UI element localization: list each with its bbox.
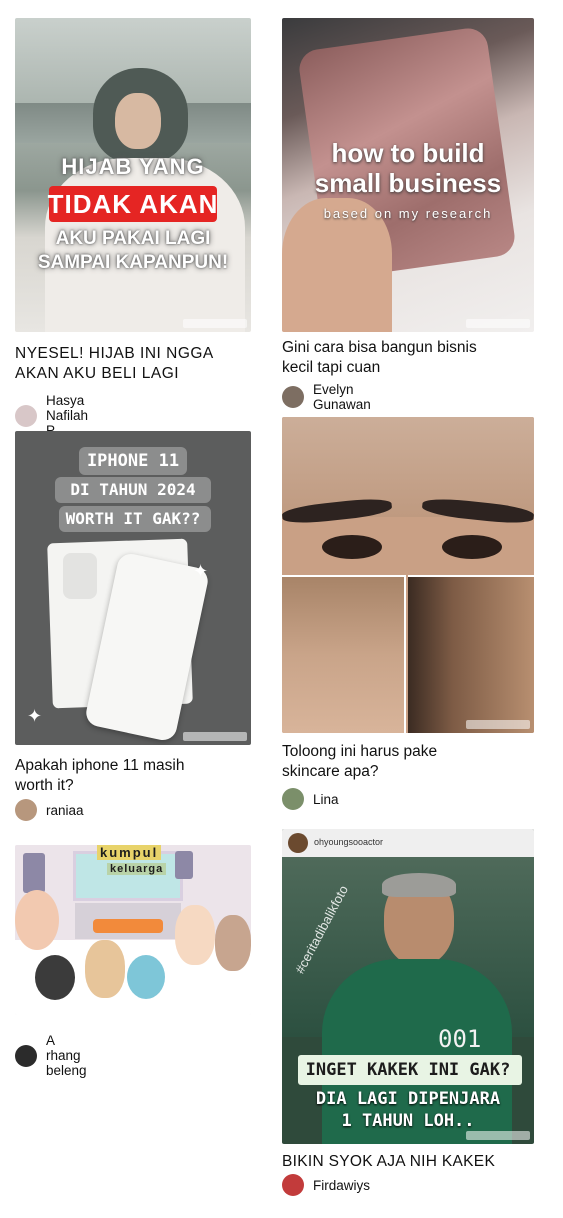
post-title[interactable]: Toloong ini harus pake skincare apa?	[282, 742, 482, 782]
iphone-camera	[63, 553, 97, 599]
watermark	[183, 732, 247, 741]
fire	[93, 919, 163, 933]
watermark	[466, 720, 530, 729]
character	[215, 915, 251, 971]
avatar	[15, 404, 37, 427]
character	[127, 955, 165, 999]
post-author[interactable]: A rhang beleng	[15, 1033, 87, 1078]
watermark	[183, 319, 247, 328]
post-thumbnail[interactable]: kumpul keluarga	[15, 845, 251, 1015]
character	[175, 905, 215, 965]
thumb-line-3: based on my research	[323, 206, 493, 221]
thumb-line-4: SAMPAI KAPANPUN!	[37, 252, 229, 273]
post-author[interactable]: Lina	[282, 788, 339, 810]
thumb-line-1: how to build	[331, 138, 485, 168]
watermark	[466, 1131, 530, 1140]
thumb-label: kumpul	[97, 845, 162, 860]
eye	[442, 535, 502, 559]
sparkle-icon: ✦	[193, 561, 209, 581]
person-face	[115, 93, 161, 149]
post-author[interactable]: raniaa	[15, 799, 84, 821]
post-thumbnail[interactable]	[282, 417, 534, 733]
watermark	[466, 319, 530, 328]
player-number: 001	[438, 1025, 482, 1053]
thumb-line-1: IPHONE 11	[86, 451, 180, 471]
watermark	[183, 1002, 247, 1011]
thumb-highlight: TIDAK AKAN	[47, 189, 219, 219]
post-thumbnail[interactable]: how to build small business based on my …	[282, 18, 534, 332]
thumb-line-1: HIJAB YANG	[61, 154, 205, 179]
post-thumbnail[interactable]: ohyoungsooactor #ceritadibalikfoto 001 I…	[282, 829, 534, 1144]
post-title[interactable]: NYESEL! HIJAB INI NGGA AKAN AKU BELI LAG…	[15, 344, 251, 384]
post-title[interactable]: BIKIN SYOK AJA NIH KAKEK	[282, 1152, 542, 1172]
author-name: A rhang beleng	[46, 1033, 87, 1078]
avatar	[282, 386, 304, 408]
speaker	[23, 853, 45, 893]
character	[35, 955, 75, 1000]
thumb-line-2: DIA LAGI DIPENJARA	[315, 1089, 501, 1109]
post-title[interactable]: Gini cara bisa bangun bisnis kecil tapi …	[282, 338, 482, 378]
thumb-line-3: WORTH IT GAK??	[65, 509, 201, 528]
character	[15, 890, 59, 950]
thumb-label: keluarga	[107, 863, 167, 875]
thumb-line-2: DI TAHUN 2024	[70, 480, 196, 499]
thumb-line-3: AKU PAKAI LAGI	[55, 228, 211, 249]
sparkle-icon: ✦	[27, 706, 43, 726]
closeup-photo	[408, 575, 534, 733]
avatar	[15, 799, 37, 821]
post-author[interactable]: Evelyn Gunawan	[282, 382, 371, 412]
post-thumbnail[interactable]: HIJAB YANG TIDAK AKAN AKU PAKAI LAGI SAM…	[15, 18, 251, 332]
author-name: Evelyn Gunawan	[313, 382, 371, 412]
eye	[322, 535, 382, 559]
character	[85, 940, 125, 998]
forehead	[282, 417, 534, 517]
avatar	[282, 788, 304, 810]
speaker	[175, 851, 193, 879]
avatar	[15, 1044, 37, 1067]
post-thumbnail[interactable]: IPHONE 11 DI TAHUN 2024 WORTH IT GAK?? ✦…	[15, 431, 251, 745]
avatar	[282, 1174, 304, 1196]
author-name: Firdawiys	[313, 1177, 371, 1193]
post-title[interactable]: Apakah iphone 11 masih worth it?	[15, 756, 225, 796]
thumb-line-1: INGET KAKEK INI GAK?	[305, 1060, 511, 1080]
old-man-hair	[382, 873, 456, 897]
thumb-line-3: 1 TAHUN LOH..	[341, 1111, 475, 1131]
thumb-line-2: small business	[314, 168, 502, 198]
author-name: Lina	[313, 791, 339, 807]
closeup-photo	[282, 575, 406, 733]
author-name: raniaa	[46, 802, 84, 818]
handle-name: ohyoungsooactor	[314, 837, 384, 847]
handle-avatar	[288, 833, 308, 853]
post-author[interactable]: Firdawiys	[282, 1174, 370, 1196]
